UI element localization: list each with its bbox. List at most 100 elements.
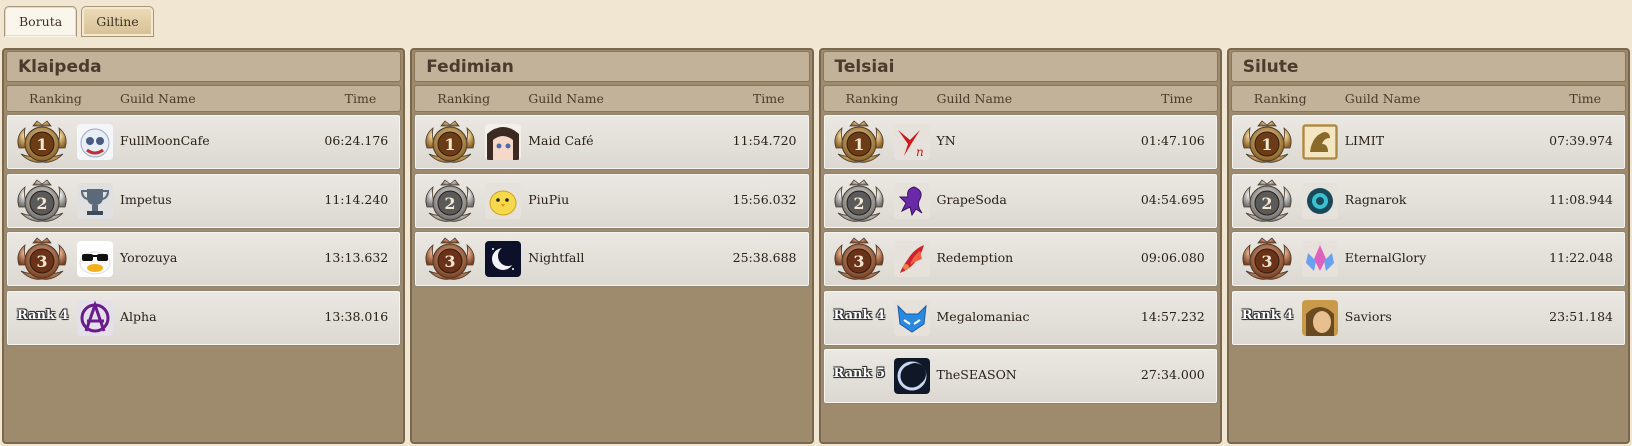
warrior-portrait-icon <box>1301 299 1338 336</box>
guild-row[interactable]: Rank 4 Megalomaniac 14:57.232 <box>822 289 1218 346</box>
clear-time: 07:39.974 <box>1549 133 1613 148</box>
medal-number: 2 <box>36 194 47 213</box>
guild-row[interactable]: Rank 4 Saviors 23:51.184 <box>1230 289 1626 346</box>
column-guild-name: Guild Name <box>120 91 196 106</box>
rank-medal-icon: 3 <box>828 235 890 285</box>
clear-time: 23:51.184 <box>1549 308 1613 324</box>
column-headers: Ranking Guild Name Time <box>1230 85 1626 112</box>
guild-row[interactable]: 1 Maid Café 11:54.720 <box>414 114 810 170</box>
medal-number: 1 <box>853 135 864 154</box>
guild-row[interactable]: 3 Nightfall 25:38.688 <box>414 231 810 287</box>
crystal-lotus-icon <box>1301 241 1338 277</box>
medal-number: 2 <box>445 194 456 213</box>
guild-name: LIMIT <box>1344 133 1385 148</box>
snow-owl-icon <box>77 124 113 160</box>
clear-time: 14:57.232 <box>1140 308 1205 324</box>
city-panel-fedimian: Fedimian Ranking Guild Name Time 1 Maid … <box>410 48 814 444</box>
column-time: Time <box>1569 91 1601 106</box>
guild-name: Nightfall <box>528 250 585 265</box>
clear-time: 13:13.632 <box>324 250 389 265</box>
guild-name: Saviors <box>1344 308 1392 324</box>
rank-medal-icon: 1 <box>11 118 73 168</box>
medal-number: 3 <box>1261 252 1272 271</box>
guild-row[interactable]: Rank 4 Alpha 13:38.016 <box>6 289 402 346</box>
duck-sunglasses-icon <box>77 241 113 277</box>
guild-row[interactable]: 3 EternalGlory 11:22.048 <box>1230 231 1626 287</box>
panel-title: Fedimian <box>414 51 810 82</box>
guild-row[interactable]: 3 Redemption 09:06.080 <box>822 231 1218 287</box>
svg-text:n: n <box>916 145 924 159</box>
guild-name: FullMoonCafe <box>120 133 210 148</box>
server-tabs: Boruta Giltine <box>4 6 154 37</box>
clear-time: 11:22.048 <box>1549 250 1613 265</box>
guild-row[interactable]: 1 FullMoonCafe 06:24.176 <box>6 114 402 170</box>
column-headers: Ranking Guild Name Time <box>6 85 402 112</box>
medal-number: 3 <box>36 252 47 271</box>
anime-girl-icon <box>485 124 522 160</box>
rank-medal-icon: 3 <box>11 235 73 285</box>
guild-row[interactable]: 2 GrapeSoda 04:54.695 <box>822 172 1218 229</box>
guild-row[interactable]: 1 n YN 01:47.106 <box>822 114 1218 170</box>
panel-title: Klaipeda <box>6 51 402 82</box>
tab-giltine[interactable]: Giltine <box>81 6 154 37</box>
panel-title: Silute <box>1230 51 1626 82</box>
medal-number: 1 <box>36 135 47 154</box>
guild-name: Impetus <box>120 191 172 207</box>
medal-number: 3 <box>853 252 864 271</box>
guild-name: EternalGlory <box>1344 250 1427 265</box>
guild-name: Redemption <box>936 250 1014 265</box>
clear-time: 11:54.720 <box>732 133 797 148</box>
rank-medal-icon: 2 <box>828 177 890 227</box>
medal-number: 1 <box>445 135 456 154</box>
panel-title: Telsiai <box>822 51 1218 82</box>
guild-name: Alpha <box>120 308 157 324</box>
guild-row[interactable]: 1 LIMIT 07:39.974 <box>1230 114 1626 170</box>
rank-label: Rank 4 <box>1241 307 1294 323</box>
column-guild-name: Guild Name <box>936 91 1013 106</box>
clear-time: 15:56.032 <box>732 191 797 207</box>
gold-dragon-icon <box>1301 124 1338 160</box>
leaderboard-panels: Klaipeda Ranking Guild Name Time 1 FullM… <box>2 48 1630 444</box>
rank-medal-icon: 3 <box>1236 235 1298 285</box>
guild-row[interactable]: 2 Ragnarok 11:08.944 <box>1230 172 1626 229</box>
medal-number: 2 <box>853 194 864 213</box>
yn-logo-icon: n <box>893 124 930 160</box>
column-time: Time <box>344 91 377 106</box>
dark-moon-icon <box>893 358 930 394</box>
column-time: Time <box>752 91 785 106</box>
guild-row[interactable]: 2 PiuPiu 15:56.032 <box>414 172 810 229</box>
guild-name: Megalomaniac <box>936 308 1030 324</box>
guild-row[interactable]: Rank 5 TheSEASON 27:34.000 <box>822 348 1218 404</box>
rank-medal-icon: 2 <box>11 177 73 227</box>
city-panel-klaipeda: Klaipeda Ranking Guild Name Time 1 FullM… <box>2 48 406 444</box>
column-guild-name: Guild Name <box>1344 91 1421 106</box>
column-ranking: Ranking <box>1253 91 1307 106</box>
guild-name: GrapeSoda <box>936 191 1007 207</box>
trophy-icon <box>77 182 113 219</box>
purple-dragon-icon <box>893 182 930 219</box>
clear-time: 04:54.695 <box>1140 191 1205 207</box>
city-panel-telsiai: Telsiai Ranking Guild Name Time 1 n YN 0… <box>818 48 1222 444</box>
guild-name: Yorozuya <box>120 250 178 265</box>
clear-time: 13:38.016 <box>324 308 389 324</box>
guild-row[interactable]: 3 Yorozuya 13:13.632 <box>6 231 402 287</box>
guild-name: PiuPiu <box>528 191 570 207</box>
medal-number: 2 <box>1261 194 1272 213</box>
guild-name: TheSEASON <box>936 367 1017 382</box>
clear-time: 11:08.944 <box>1549 191 1613 207</box>
guild-name: Ragnarok <box>1344 191 1407 207</box>
clear-time: 06:24.176 <box>324 133 389 148</box>
chick-icon <box>485 182 522 219</box>
rank-medal-icon: 1 <box>828 118 890 168</box>
column-ranking: Ranking <box>29 91 82 106</box>
column-guild-name: Guild Name <box>528 91 604 106</box>
rank-medal-icon: 2 <box>419 177 481 227</box>
guild-row[interactable]: 2 Impetus 11:14.240 <box>6 172 402 229</box>
city-panel-silute: Silute Ranking Guild Name Time 1 LIMIT 0… <box>1226 48 1630 444</box>
guild-name: YN <box>936 133 956 148</box>
tab-boruta[interactable]: Boruta <box>4 6 78 37</box>
rank-medal-icon: 2 <box>1236 177 1298 227</box>
clear-time: 27:34.000 <box>1140 367 1205 382</box>
guild-name: Maid Café <box>528 133 594 148</box>
rank-medal-icon: 1 <box>419 118 481 168</box>
